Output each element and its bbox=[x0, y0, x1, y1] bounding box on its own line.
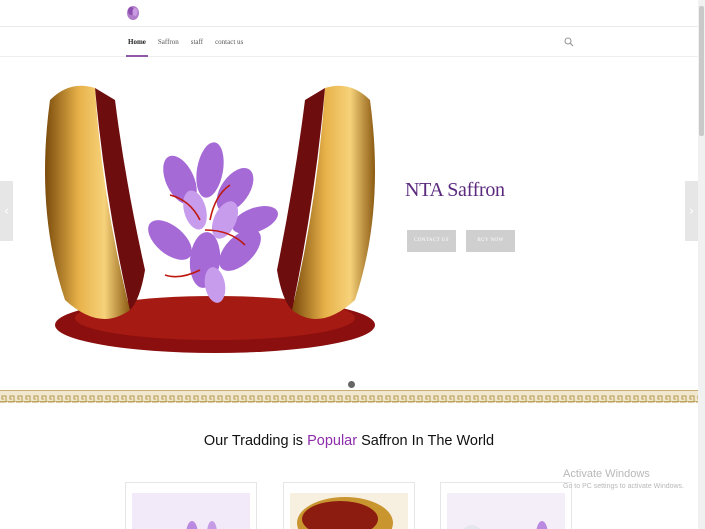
nav-item-contact-us[interactable]: contact us bbox=[213, 27, 245, 57]
product-image bbox=[447, 493, 565, 529]
hero-slider: NTA Saffron CONTACT US BUY NOW ‹ › bbox=[0, 58, 698, 390]
nav-item-home[interactable]: Home bbox=[126, 27, 148, 57]
hero-title: NTA Saffron bbox=[405, 179, 505, 201]
buy-now-button[interactable]: BUY NOW bbox=[466, 230, 515, 252]
product-image bbox=[290, 493, 408, 529]
product-card[interactable] bbox=[440, 482, 572, 529]
slider-next-button[interactable]: › bbox=[685, 181, 698, 241]
decorative-border bbox=[0, 390, 698, 404]
product-image bbox=[132, 493, 250, 529]
activation-watermark: Activate Windows Go to PC settings to ac… bbox=[563, 468, 684, 490]
saffron-hero-image bbox=[45, 85, 375, 353]
product-card[interactable] bbox=[283, 482, 415, 529]
top-bar bbox=[0, 0, 698, 27]
watermark-title: Activate Windows bbox=[563, 468, 650, 480]
nav-item-saffron[interactable]: Saffron bbox=[156, 27, 181, 57]
search-icon[interactable] bbox=[564, 37, 574, 47]
contact-us-button[interactable]: CONTACT US bbox=[407, 230, 456, 252]
watermark-subtitle: Go to PC settings to activate Windows. bbox=[563, 483, 684, 490]
slider-prev-button[interactable]: ‹ bbox=[0, 181, 13, 241]
scrollbar-thumb[interactable] bbox=[699, 6, 704, 136]
main-navigation: Home Saffron staff contact us bbox=[0, 27, 698, 57]
heading-text-end: Saffron In The World bbox=[357, 433, 495, 449]
heading-highlight: Popular bbox=[307, 433, 358, 449]
slider-dot[interactable] bbox=[348, 381, 355, 388]
border-pattern bbox=[0, 394, 698, 404]
section-heading: Our Tradding is Popular Saffron In The W… bbox=[0, 433, 698, 449]
page-scrollbar[interactable] bbox=[698, 0, 705, 529]
product-card[interactable] bbox=[125, 482, 257, 529]
nav-item-staff[interactable]: staff bbox=[189, 27, 205, 57]
page: Home Saffron staff contact us NTA Saffro… bbox=[0, 0, 705, 529]
site-logo[interactable] bbox=[125, 4, 141, 22]
heading-text-start: Our Tradding is bbox=[203, 433, 308, 449]
